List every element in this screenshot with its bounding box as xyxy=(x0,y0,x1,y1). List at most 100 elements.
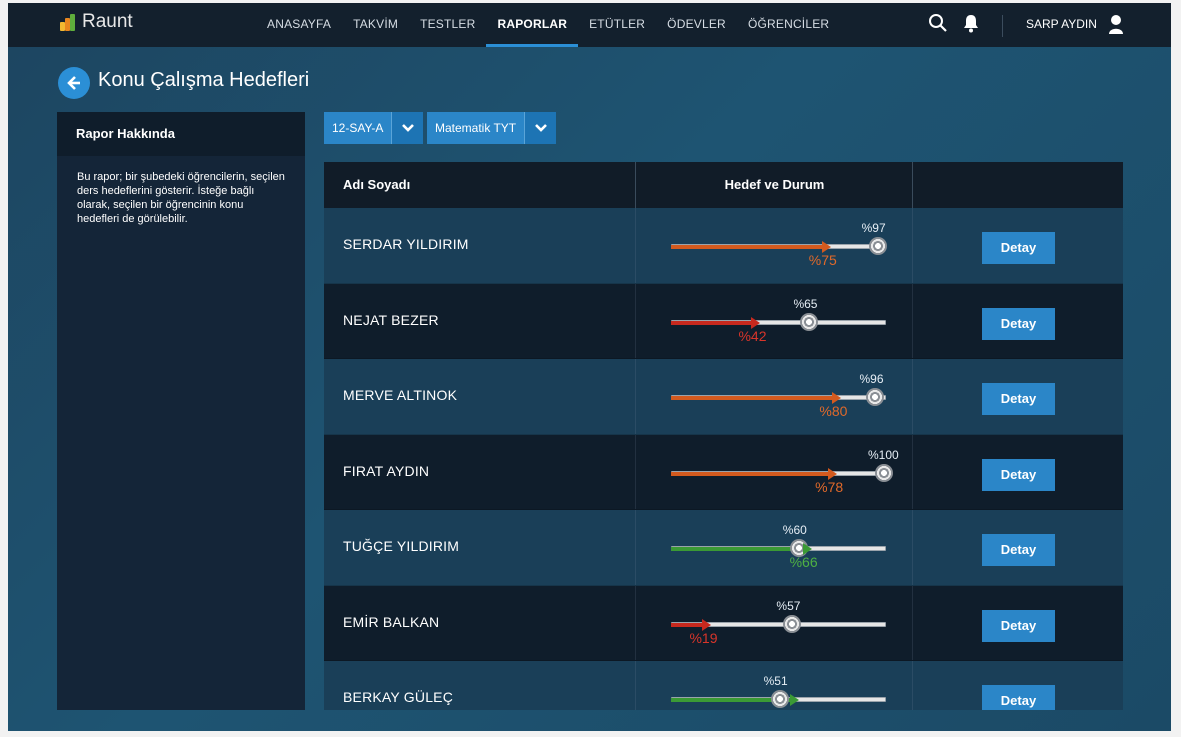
goal-label: %100 xyxy=(868,447,899,462)
bell-icon[interactable] xyxy=(962,13,980,38)
target-marker-icon xyxy=(770,690,789,708)
search-icon[interactable] xyxy=(928,13,948,38)
target-marker-icon xyxy=(875,463,893,482)
detail-button[interactable]: Detay xyxy=(982,232,1055,264)
detail-button[interactable]: Detay xyxy=(982,383,1055,415)
student-name: EMİR BALKAN xyxy=(343,613,440,630)
progress-fill xyxy=(671,622,704,627)
column-divider xyxy=(912,585,913,660)
chevron-down-icon xyxy=(401,124,414,132)
target-marker-icon xyxy=(866,388,885,406)
column-divider xyxy=(635,208,636,283)
column-header-name: Adı Soyadı xyxy=(343,177,411,192)
page-title: Konu Çalışma Hedefleri xyxy=(98,69,310,91)
column-divider xyxy=(635,359,636,434)
nav-item-2[interactable]: TESTLER xyxy=(409,3,486,47)
column-divider xyxy=(912,162,913,208)
goal-label: %97 xyxy=(861,221,886,235)
navbar-divider xyxy=(1002,15,1003,37)
goal-progress: %60 %66 xyxy=(671,510,886,584)
table-row: NEJAT BEZER %65 %42 Detay xyxy=(324,283,1123,359)
target-marker-icon xyxy=(783,614,802,633)
arrow-left-icon xyxy=(67,76,80,90)
column-divider xyxy=(912,208,913,283)
course-select-toggle[interactable] xyxy=(524,112,557,144)
nav-item-4[interactable]: ETÜTLER xyxy=(578,3,656,47)
column-divider xyxy=(635,434,636,509)
column-divider xyxy=(635,661,636,710)
detail-button[interactable]: Detay xyxy=(982,685,1055,710)
progress-fill xyxy=(671,547,804,551)
goal-progress: %65 %42 xyxy=(671,284,886,358)
detail-button[interactable]: Detay xyxy=(982,609,1055,642)
detail-button[interactable]: Detay xyxy=(982,307,1055,340)
report-info-text: Bu rapor; bir şubedeki öğrencilerin, seç… xyxy=(77,171,285,225)
goal-progress: %57 %19 xyxy=(671,586,886,660)
user-name[interactable]: SARP AYDIN xyxy=(1026,17,1097,31)
goal-label: %65 xyxy=(793,296,818,311)
table-row: EMİR BALKAN %57 %19 Detay xyxy=(324,585,1123,661)
column-divider xyxy=(635,283,636,358)
chevron-down-icon xyxy=(534,124,547,132)
logo-icon xyxy=(60,13,80,31)
course-select-value[interactable]: Matematik TYT xyxy=(427,112,525,144)
nav-item-3[interactable]: RAPORLAR xyxy=(486,3,578,47)
main-nav: ANASAYFA TAKVİM TESTLER RAPORLAR ETÜTLER ÖDEV… xyxy=(256,3,840,47)
goal-label: %96 xyxy=(859,372,884,386)
class-select[interactable]: 12-SAY-A xyxy=(324,112,424,144)
course-select[interactable]: Matematik TYT xyxy=(427,112,557,144)
student-name: FIRAT AYDIN xyxy=(343,462,430,479)
column-divider xyxy=(912,510,913,585)
progress-fill xyxy=(671,320,753,325)
nav-item-5[interactable]: ÖDEVLER xyxy=(656,3,737,47)
student-name: NEJAT BEZER xyxy=(343,311,439,328)
user-icon[interactable] xyxy=(1108,14,1124,39)
table-row: MERVE ALTINOK %96 %80 Detay xyxy=(324,359,1123,435)
column-divider xyxy=(635,510,636,585)
current-value-label: %19 xyxy=(689,629,718,646)
table-header: Adı Soyadı Hedef ve Durum xyxy=(324,162,1123,208)
progress-fill xyxy=(671,471,830,476)
goals-table: Adı Soyadı Hedef ve Durum SERDAR YILDIRI… xyxy=(324,162,1123,710)
class-select-value[interactable]: 12-SAY-A xyxy=(324,112,392,144)
goal-progress: %97 %75 xyxy=(671,208,887,282)
app-window: Raunt ANASAYFA TAKVİM TESTLER RAPORLAR ETÜTL… xyxy=(8,3,1171,731)
current-value-label: %75 xyxy=(808,252,837,268)
detail-button[interactable]: Detay xyxy=(982,534,1055,566)
table-row: SERDAR YILDIRIM %97 %75 Detay xyxy=(324,208,1123,284)
progress-fill xyxy=(671,245,823,249)
goal-progress: %51 xyxy=(671,661,886,710)
target-marker-icon xyxy=(868,237,887,255)
current-value-label: %66 xyxy=(789,554,818,570)
nav-item-6[interactable]: ÖĞRENCİLER xyxy=(737,3,840,47)
student-name: TUĞÇE YILDIRIM xyxy=(343,538,460,554)
goal-label: %60 xyxy=(782,523,807,537)
report-info-heading: Rapor Hakkında xyxy=(57,112,305,156)
nav-item-0[interactable]: ANASAYFA xyxy=(256,3,342,47)
column-divider xyxy=(635,585,636,660)
top-icons xyxy=(928,13,980,38)
student-name: BERKAY GÜLEÇ xyxy=(343,689,454,705)
student-name: MERVE ALTINOK xyxy=(343,387,458,403)
table-body: SERDAR YILDIRIM %97 %75 Detay NEJAT BEZER %65… xyxy=(324,208,1123,710)
goal-label: %57 xyxy=(776,598,801,613)
detail-button[interactable]: Detay xyxy=(982,458,1055,491)
column-header-goal: Hedef ve Durum xyxy=(724,177,825,192)
goal-progress: %96 %80 xyxy=(671,359,886,433)
current-value-label: %80 xyxy=(819,403,848,419)
target-marker-icon xyxy=(800,312,819,331)
current-value-label: %42 xyxy=(738,327,767,344)
class-select-toggle[interactable] xyxy=(391,112,424,144)
nav-item-1[interactable]: TAKVİM xyxy=(342,3,409,47)
current-value-label: %78 xyxy=(815,478,844,495)
table-row: TUĞÇE YILDIRIM %60 %66 Detay xyxy=(324,510,1123,586)
report-info-panel: Rapor Hakkında Bu rapor; bir şubedeki öğ… xyxy=(57,112,305,710)
logo[interactable]: Raunt xyxy=(60,11,133,33)
progress-arrow-icon xyxy=(789,694,799,706)
top-navbar: Raunt ANASAYFA TAKVİM TESTLER RAPORLAR ETÜTL… xyxy=(8,3,1171,47)
student-name: SERDAR YILDIRIM xyxy=(343,236,469,252)
progress-fill xyxy=(671,396,834,400)
back-button[interactable] xyxy=(58,67,90,99)
column-divider xyxy=(912,359,913,434)
goal-progress: %100 %78 xyxy=(671,435,899,509)
